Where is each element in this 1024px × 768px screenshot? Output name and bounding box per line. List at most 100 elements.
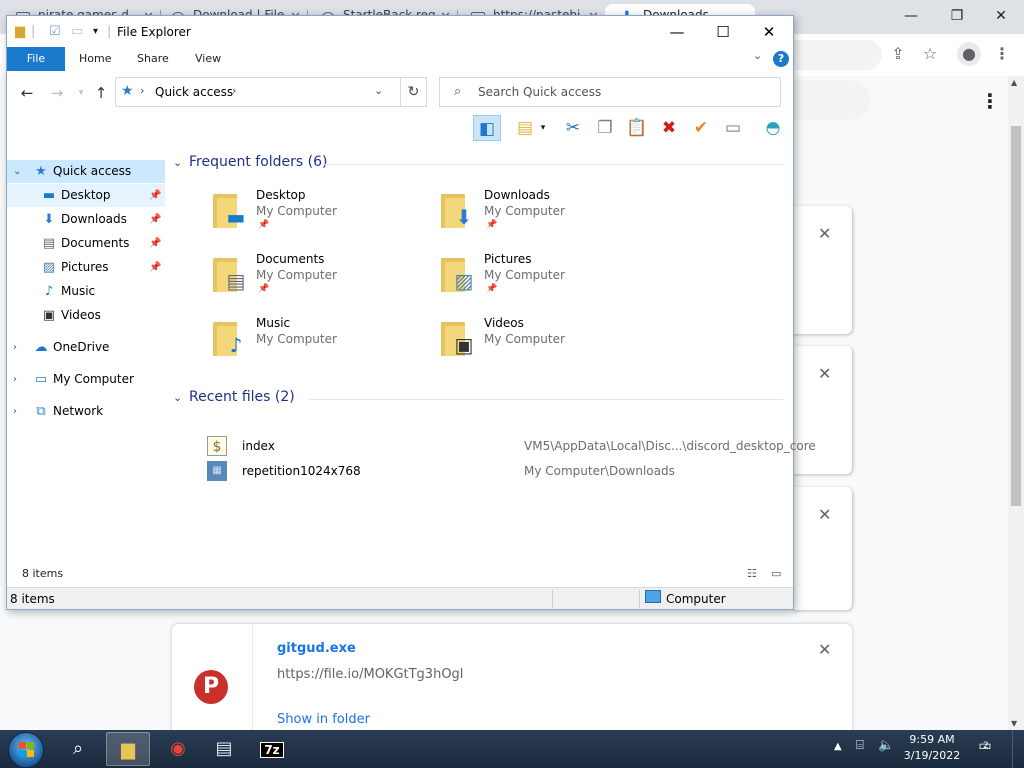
nav-pictures[interactable]: ▨ Pictures 📌 [7, 256, 165, 279]
ribbon-tab-share[interactable]: Share [137, 47, 169, 71]
ribbon-tab-home[interactable]: Home [79, 47, 111, 71]
nav-documents[interactable]: ▤ Documents 📌 [7, 232, 165, 255]
taskbar-search-icon[interactable]: ⌕ [56, 732, 100, 766]
details-view-icon[interactable]: ☷ [747, 567, 757, 580]
paste-icon[interactable]: 📋 [623, 115, 651, 141]
taskbar-chrome[interactable]: ◉ [156, 732, 200, 766]
ribbon-tabs: File Home Share View ⌄ ? [7, 47, 793, 71]
copy-icon[interactable]: ❐ [591, 115, 619, 141]
nav-music[interactable]: ♪ Music [7, 280, 165, 303]
network-tray-icon[interactable]: ⌸ [856, 738, 864, 753]
nav-downloads[interactable]: ⬇ Downloads 📌 [7, 208, 165, 231]
profile-icon[interactable]: ● [957, 42, 981, 66]
preview-pane-icon[interactable]: ◧ [473, 115, 501, 141]
recent-file-row[interactable]: ▦ repetition1024x768 My Computer\Downloa… [207, 461, 793, 483]
checkmark-icon[interactable]: ✔ [687, 115, 715, 141]
scrollbar-thumb[interactable] [1011, 126, 1021, 506]
nav-videos[interactable]: ▣ Videos [7, 304, 165, 327]
help-icon[interactable]: ? [773, 51, 789, 67]
taskbar-file-explorer[interactable]: ▆ [106, 732, 150, 766]
close-button[interactable]: ✕ [747, 19, 791, 45]
ribbon-tab-file[interactable]: File [7, 47, 65, 71]
share-icon[interactable]: ⇪ [886, 42, 910, 66]
downloads-more-icon[interactable]: ⋮ [980, 89, 1000, 113]
desktop-icon: ▬ [42, 188, 56, 203]
new-folder-icon[interactable]: ▤ [511, 115, 539, 141]
scroll-up-icon[interactable]: ▲ [1011, 78, 1017, 87]
tray-overflow-icon[interactable]: ▲ [834, 741, 842, 752]
rename-icon[interactable]: ▭ [719, 115, 747, 141]
folder-tile-music[interactable]: ♪ Music My Computer [211, 316, 431, 374]
chrome-menu-icon[interactable]: ⋮ [990, 42, 1014, 66]
breadcrumb-chevron-icon[interactable]: › [140, 84, 144, 97]
chrome-close-button[interactable]: ✕ [978, 4, 1024, 30]
maximize-button[interactable]: ☐ [701, 19, 745, 45]
breadcrumb-location[interactable]: Quick access [155, 85, 233, 99]
delete-icon[interactable]: ✖ [655, 115, 683, 141]
folder-tile-downloads[interactable]: ⬇ Downloads My Computer 📌 [439, 188, 659, 246]
chrome-maximize-button[interactable]: ❐ [934, 4, 980, 30]
nav-onedrive[interactable]: › ☁ OneDrive [7, 336, 165, 359]
folder-tile-desktop[interactable]: ▬ Desktop My Computer 📌 [211, 188, 431, 246]
collapse-chevron-icon[interactable]: ⌄ [173, 156, 182, 169]
search-box[interactable]: ⌕ [439, 77, 781, 107]
folder-name: Desktop [256, 188, 306, 202]
refresh-button[interactable]: ↻ [401, 77, 427, 107]
window-title: File Explorer [117, 25, 191, 39]
expand-chevron-icon[interactable]: › [13, 368, 17, 391]
omnibox[interactable] [792, 40, 882, 70]
folder-tile-documents[interactable]: ▤ Documents My Computer 📌 [211, 252, 431, 310]
chrome-minimize-button[interactable]: — [888, 4, 934, 30]
downloads-search-field[interactable] [792, 80, 870, 120]
taskbar-notepad[interactable]: ▤ [202, 732, 246, 766]
address-bar[interactable]: ★ › Quick access › ⌄ [115, 77, 401, 107]
taskbar-7zip[interactable]: 7z [250, 732, 294, 766]
shell-icon[interactable]: ◓ [759, 115, 787, 141]
search-icon: ⌕ [454, 84, 462, 99]
nav-desktop[interactable]: ▬ Desktop 📌 [7, 184, 165, 207]
search-input[interactable] [478, 83, 768, 101]
customize-qat-icon[interactable]: ▾ [93, 26, 98, 37]
clock[interactable]: 9:59 AM 3/19/2022 [900, 732, 964, 764]
expand-ribbon-icon[interactable]: ⌄ [753, 49, 762, 62]
show-desktop-button[interactable] [1012, 730, 1024, 768]
minimize-button[interactable]: — [655, 19, 699, 45]
frequent-folders-group[interactable]: ⌄ Frequent folders (6) [173, 154, 783, 174]
address-dropdown-icon[interactable]: ⌄ [374, 84, 383, 97]
remove-download-icon[interactable]: ✕ [818, 364, 831, 383]
recent-file-row[interactable]: $ index VM5\AppData\Local\Disc...\discor… [207, 436, 816, 458]
new-folder-qat-icon[interactable]: ▭ [71, 24, 83, 39]
expand-chevron-icon[interactable]: › [13, 400, 17, 423]
up-button[interactable]: ↑ [91, 83, 111, 103]
volume-icon[interactable]: 🔈 [878, 738, 894, 753]
expand-chevron-icon[interactable]: › [13, 336, 17, 359]
recent-locations-icon[interactable]: ▾ [71, 83, 91, 103]
ribbon-tab-view[interactable]: View [195, 47, 221, 71]
back-button[interactable]: ← [17, 83, 37, 103]
nav-my-computer[interactable]: › ▭ My Computer [7, 368, 165, 391]
remove-download-icon[interactable]: ✕ [818, 505, 831, 524]
nav-network[interactable]: › ⧉ Network [7, 400, 165, 423]
show-in-folder-link[interactable]: Show in folder [277, 712, 370, 727]
start-button[interactable] [8, 732, 44, 768]
nav-quick-access[interactable]: ⌄ ★ Quick access [7, 160, 165, 183]
breadcrumb-chevron-icon[interactable]: › [232, 84, 236, 97]
collapse-chevron-icon[interactable]: ⌄ [173, 391, 182, 404]
recent-files-group[interactable]: ⌄ Recent files (2) [173, 389, 783, 409]
bookmark-star-icon[interactable]: ☆ [918, 42, 942, 66]
chrome-scrollbar[interactable]: ▲ ▼ [1008, 76, 1024, 730]
expand-chevron-icon[interactable]: ⌄ [13, 160, 21, 183]
large-icons-view-icon[interactable]: ▭ [771, 567, 781, 580]
download-url[interactable]: https://file.io/MOKGtTg3hOgl [277, 667, 463, 682]
properties-qat-icon[interactable]: ☑ [49, 24, 61, 39]
remove-download-icon[interactable]: ✕ [818, 224, 831, 243]
cut-icon[interactable]: ✂ [559, 115, 587, 141]
folder-tile-videos[interactable]: ▣ Videos My Computer [439, 316, 659, 374]
forward-button[interactable]: → [47, 83, 67, 103]
folder-tile-pictures[interactable]: ▨ Pictures My Computer 📌 [439, 252, 659, 310]
new-folder-dropdown-icon[interactable]: ▾ [537, 115, 549, 141]
notification-center-icon[interactable]: ▭ 2 [974, 738, 996, 758]
scroll-down-icon[interactable]: ▼ [1011, 719, 1017, 728]
download-filename[interactable]: gitgud.exe [277, 641, 356, 656]
remove-download-icon[interactable]: ✕ [818, 640, 831, 659]
